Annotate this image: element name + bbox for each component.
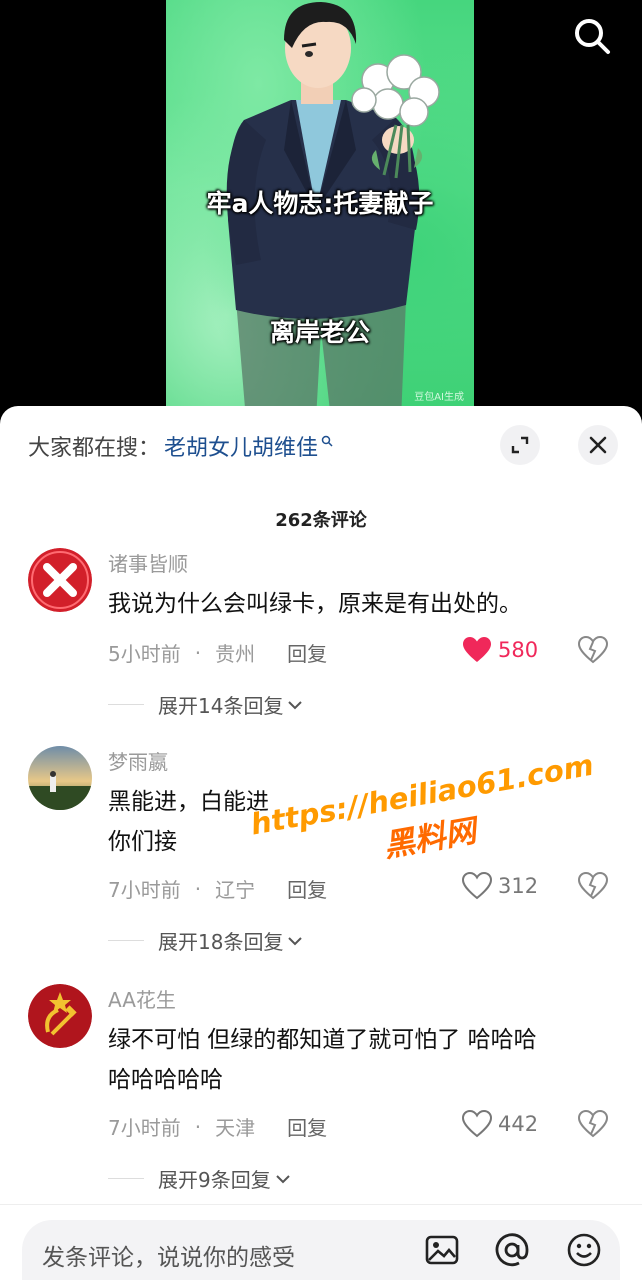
dislike-button[interactable] bbox=[577, 871, 609, 904]
video-title-overlay: 牢a人物志:托妻献子 bbox=[206, 189, 434, 218]
comment-time: 7小时前 bbox=[108, 1116, 181, 1140]
close-panel-button[interactable] bbox=[578, 425, 618, 465]
heart-filled-icon bbox=[463, 637, 491, 662]
mention-button[interactable] bbox=[494, 1232, 530, 1272]
avatar[interactable] bbox=[28, 746, 92, 810]
comment-panel: 大家都在搜： 老胡女儿胡维佳 262条评论 诸事皆顺 我说为什么会叫绿卡，原来是… bbox=[0, 406, 642, 1280]
comment-location: 天津 bbox=[215, 1116, 256, 1140]
trending-search-term[interactable]: 老胡女儿胡维佳 bbox=[164, 430, 318, 462]
image-icon bbox=[425, 1235, 459, 1265]
comment-meta: 7小时前 · 天津 回复 bbox=[108, 1112, 327, 1141]
like-count: 442 bbox=[498, 1112, 539, 1136]
comment-text-line: 你们接 bbox=[108, 829, 177, 855]
expand-replies-button[interactable]: 展开14条回复 bbox=[108, 690, 303, 719]
chevron-down-icon bbox=[288, 700, 303, 709]
trending-search-prefix: 大家都在搜： bbox=[28, 436, 161, 461]
video-player[interactable]: 牢a人物志:托妻献子 离岸老公 豆包AI生成 bbox=[0, 0, 642, 420]
comment-text: 我说为什么会叫绿卡，原来是有出处的。 bbox=[108, 591, 522, 617]
avatar[interactable] bbox=[28, 984, 92, 1048]
comment-location: 辽宁 bbox=[215, 878, 256, 902]
emoji-button[interactable] bbox=[566, 1232, 602, 1272]
dislike-button[interactable] bbox=[577, 1109, 609, 1142]
emoji-icon bbox=[567, 1233, 601, 1267]
chevron-down-icon bbox=[276, 1174, 290, 1183]
like-count: 580 bbox=[498, 638, 539, 662]
expand-replies-label: 展开18条回复 bbox=[158, 930, 284, 954]
expand-replies-label: 展开9条回复 bbox=[158, 1168, 271, 1192]
heart-outline-icon bbox=[462, 1110, 492, 1138]
search-button[interactable] bbox=[568, 12, 616, 60]
chevron-down-icon bbox=[288, 936, 303, 945]
comment-meta: 5小时前 · 贵州 回复 bbox=[108, 638, 327, 667]
video-frame[interactable]: 牢a人物志:托妻献子 离岸老公 豆包AI生成 bbox=[166, 0, 474, 420]
reply-button[interactable]: 回复 bbox=[287, 874, 327, 903]
comment-time: 7小时前 bbox=[108, 878, 181, 902]
comment-input[interactable]: 发条评论，说说你的感受 bbox=[22, 1220, 620, 1280]
like-button[interactable]: 312 bbox=[462, 872, 538, 900]
ai-generated-label: 豆包AI生成 bbox=[414, 392, 464, 403]
image-button[interactable] bbox=[424, 1232, 460, 1272]
comment-text: 绿不可怕 但绿的都知道了就可怕了 哈哈哈 哈哈哈哈哈 bbox=[108, 1020, 608, 1100]
comment-location: 贵州 bbox=[215, 642, 256, 666]
expand-replies-button[interactable]: 展开9条回复 bbox=[108, 1164, 291, 1193]
close-icon bbox=[589, 436, 607, 454]
comment-meta: 7小时前 · 辽宁 回复 bbox=[108, 874, 327, 903]
hammer-sickle-avatar-icon bbox=[28, 984, 92, 1048]
comment-username[interactable]: 诸事皆顺 bbox=[108, 548, 188, 577]
reply-button[interactable]: 回复 bbox=[287, 1112, 327, 1141]
comment-text: 黑能进，白能进 你们接 bbox=[108, 782, 608, 862]
broken-heart-icon bbox=[577, 1109, 609, 1138]
expand-icon bbox=[511, 436, 529, 454]
broken-heart-icon bbox=[577, 871, 609, 900]
broken-heart-icon bbox=[577, 635, 609, 664]
comment-username[interactable]: 梦雨嬴 bbox=[108, 746, 168, 775]
comment-text-line: 哈哈哈哈哈 bbox=[108, 1067, 223, 1093]
trending-search[interactable]: 大家都在搜： 老胡女儿胡维佳 bbox=[28, 428, 333, 464]
landscape-avatar-icon bbox=[28, 746, 92, 810]
like-button[interactable]: 442 bbox=[462, 1110, 538, 1138]
search-icon bbox=[575, 19, 610, 54]
expand-replies-button[interactable]: 展开18条回复 bbox=[108, 926, 303, 955]
comment-count: 262条评论 bbox=[275, 510, 367, 531]
like-count: 312 bbox=[498, 874, 539, 898]
heart-outline-icon bbox=[462, 872, 492, 900]
avatar[interactable] bbox=[28, 548, 92, 612]
at-icon bbox=[495, 1233, 529, 1267]
expand-replies-label: 展开14条回复 bbox=[158, 694, 284, 718]
dislike-button[interactable] bbox=[577, 635, 609, 668]
comment-time: 5小时前 bbox=[108, 642, 181, 666]
comment-text-line: 绿不可怕 但绿的都知道了就可怕了 哈哈哈 bbox=[108, 1027, 537, 1053]
reply-button[interactable]: 回复 bbox=[287, 638, 327, 667]
comment-input-placeholder: 发条评论，说说你的感受 bbox=[42, 1245, 295, 1271]
comment-username[interactable]: AA花生 bbox=[108, 984, 176, 1013]
like-button[interactable]: 580 bbox=[462, 636, 538, 664]
video-subtitle-overlay: 离岸老公 bbox=[269, 318, 370, 347]
expand-panel-button[interactable] bbox=[500, 425, 540, 465]
comment-text-line: 黑能进，白能进 bbox=[108, 789, 269, 815]
search-icon bbox=[321, 435, 333, 447]
input-divider bbox=[0, 1204, 642, 1205]
red-x-avatar-icon bbox=[28, 548, 92, 612]
